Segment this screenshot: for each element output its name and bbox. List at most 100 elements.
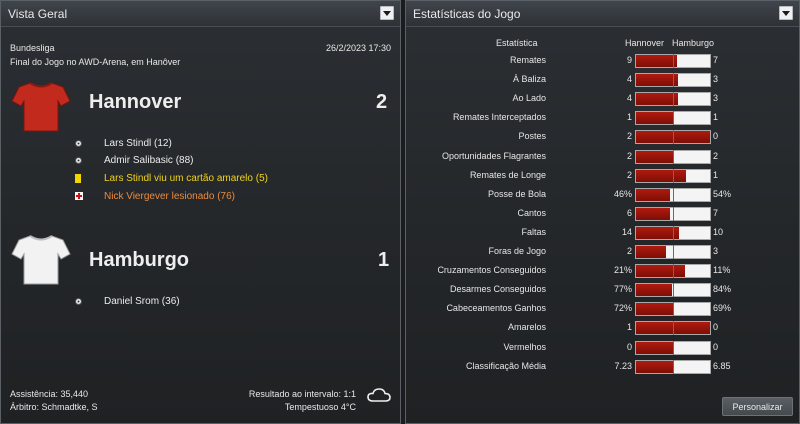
stat-label: Faltas	[521, 226, 546, 237]
home-score: 2	[376, 91, 388, 113]
away-team-name[interactable]: Hamburgo	[89, 249, 189, 272]
stats-title: Estatísticas do Jogo	[413, 6, 521, 21]
stat-comparison-bar	[635, 359, 711, 374]
match-description: Final do Jogo no AWD-Arena, em Hanôver	[10, 57, 181, 67]
stat-midpoint	[673, 187, 674, 202]
stat-away-value: 6.85	[713, 360, 731, 371]
stat-home-value: 2	[626, 246, 632, 256]
stat-home-value: 1	[626, 112, 632, 123]
stat-midpoint	[673, 245, 674, 259]
stat-away-value: 10	[713, 226, 724, 237]
stat-home-fill	[636, 360, 674, 373]
stat-comparison-bar	[635, 283, 711, 298]
stat-comparison-bar	[635, 73, 711, 88]
competition-label: Bundesliga	[10, 43, 55, 53]
away-event-1[interactable]: Daniel Srom (36)	[75, 294, 180, 308]
stat-away-value: 69%	[713, 303, 732, 314]
stat-away-value: 3	[713, 74, 719, 85]
stat-away-value: 0	[713, 322, 719, 333]
stat-home-fill	[636, 188, 671, 201]
stat-midpoint	[673, 168, 674, 183]
injury-icon	[75, 189, 91, 203]
stat-row: Cantos 6 7	[406, 205, 799, 224]
stat-midpoint	[673, 302, 674, 317]
stat-midpoint	[673, 149, 674, 164]
stat-comparison-bar	[635, 130, 711, 145]
stat-away-value: 1	[713, 169, 719, 180]
home-event-4-text: Nick Viergever lesionado (76)	[104, 190, 235, 202]
stat-home-value: 4	[626, 74, 632, 85]
home-team-name[interactable]: Hannover	[89, 91, 181, 114]
yellow-card-icon	[75, 171, 91, 185]
stat-row: Posse de Bola 46% 54%	[406, 186, 799, 205]
overview-panel: Vista Geral Bundesliga 26/2/2023 17:30 F…	[0, 0, 401, 424]
stat-comparison-bar	[635, 206, 711, 221]
overview-menu-dropdown-icon[interactable]	[380, 6, 394, 20]
stat-home-fill	[636, 150, 673, 163]
stat-home-value: 6	[626, 207, 632, 218]
stat-row: Faltas 14 10	[406, 224, 799, 243]
stat-home-fill	[636, 207, 671, 220]
stat-away-value: 7	[713, 55, 719, 65]
home-event-3[interactable]: Lars Stindl viu um cartão amarelo (5)	[75, 171, 268, 185]
home-event-2[interactable]: Admir Salibasic (88)	[75, 153, 193, 167]
stats-menu-dropdown-icon[interactable]	[779, 6, 793, 20]
stat-home-fill	[636, 112, 673, 125]
stat-midpoint	[673, 321, 674, 336]
stat-away-value: 54%	[713, 188, 732, 199]
overview-titlebar: Vista Geral	[1, 1, 400, 27]
stat-home-fill	[636, 303, 674, 316]
stat-label: Postes	[518, 131, 546, 142]
stat-midpoint	[673, 111, 674, 126]
stat-midpoint	[673, 359, 674, 374]
stat-home-value: 9	[626, 55, 632, 65]
match-datetime: 26/2/2023 17:30	[326, 43, 392, 53]
stat-row: Remates Interceptados 1 1	[406, 109, 799, 128]
home-event-4[interactable]: Nick Viergever lesionado (76)	[75, 189, 235, 203]
stat-home-value: 72%	[613, 303, 632, 314]
stat-comparison-bar	[635, 149, 711, 164]
stat-away-value: 3	[713, 246, 719, 256]
home-event-1-text: Lars Stindl (12)	[104, 137, 172, 149]
stat-label: Oportunidades Flagrantes	[441, 150, 546, 161]
cloud-icon	[367, 388, 391, 402]
stat-row: Ao Lado 4 3	[406, 90, 799, 109]
stat-away-value: 2	[713, 150, 719, 161]
stat-row: Cabeceamentos Ganhos 72% 69%	[406, 300, 799, 319]
stat-home-value: 1	[626, 322, 632, 333]
stat-comparison-bar	[635, 225, 711, 240]
customize-button[interactable]: Personalizar	[722, 397, 793, 416]
stat-label: Remates	[509, 55, 546, 65]
stat-comparison-bar	[635, 302, 711, 317]
stat-label: Remates Interceptados	[452, 112, 546, 123]
ball-icon	[75, 294, 91, 308]
stat-midpoint	[673, 283, 674, 298]
stat-row: Vermelhos 0 0	[406, 339, 799, 358]
stat-midpoint	[673, 73, 674, 88]
stat-home-fill	[636, 74, 679, 87]
stat-midpoint	[673, 92, 674, 107]
stat-label: Foras de Jogo	[488, 246, 546, 256]
stat-midpoint	[673, 130, 674, 145]
stat-row: Classificação Média 7.23 6.85	[406, 358, 799, 377]
stats-panel: Estatísticas do Jogo Estatística Hannove…	[405, 0, 800, 424]
weather-label: Tempestuoso 4°C	[284, 402, 356, 412]
stats-header-stat: Estatística	[496, 38, 538, 48]
stat-home-fill	[636, 55, 678, 67]
home-shirt-icon	[11, 82, 71, 132]
stat-midpoint	[673, 206, 674, 221]
stat-comparison-bar	[635, 111, 711, 126]
stat-home-fill	[636, 265, 685, 278]
stat-comparison-bar	[635, 168, 711, 183]
stat-midpoint	[673, 54, 674, 68]
ball-icon	[75, 136, 91, 150]
stat-label: Vermelhos	[503, 341, 546, 352]
stat-row: À Baliza 4 3	[406, 71, 799, 90]
stat-label: Desarmes Conseguidos	[449, 284, 546, 295]
stat-row: Postes 2 0	[406, 128, 799, 147]
stat-home-value: 14	[621, 226, 632, 237]
stat-label: Amarelos	[507, 322, 546, 333]
stat-away-value: 3	[713, 93, 719, 104]
home-event-1[interactable]: Lars Stindl (12)	[75, 136, 172, 150]
stat-home-value: 7.23	[614, 360, 632, 371]
